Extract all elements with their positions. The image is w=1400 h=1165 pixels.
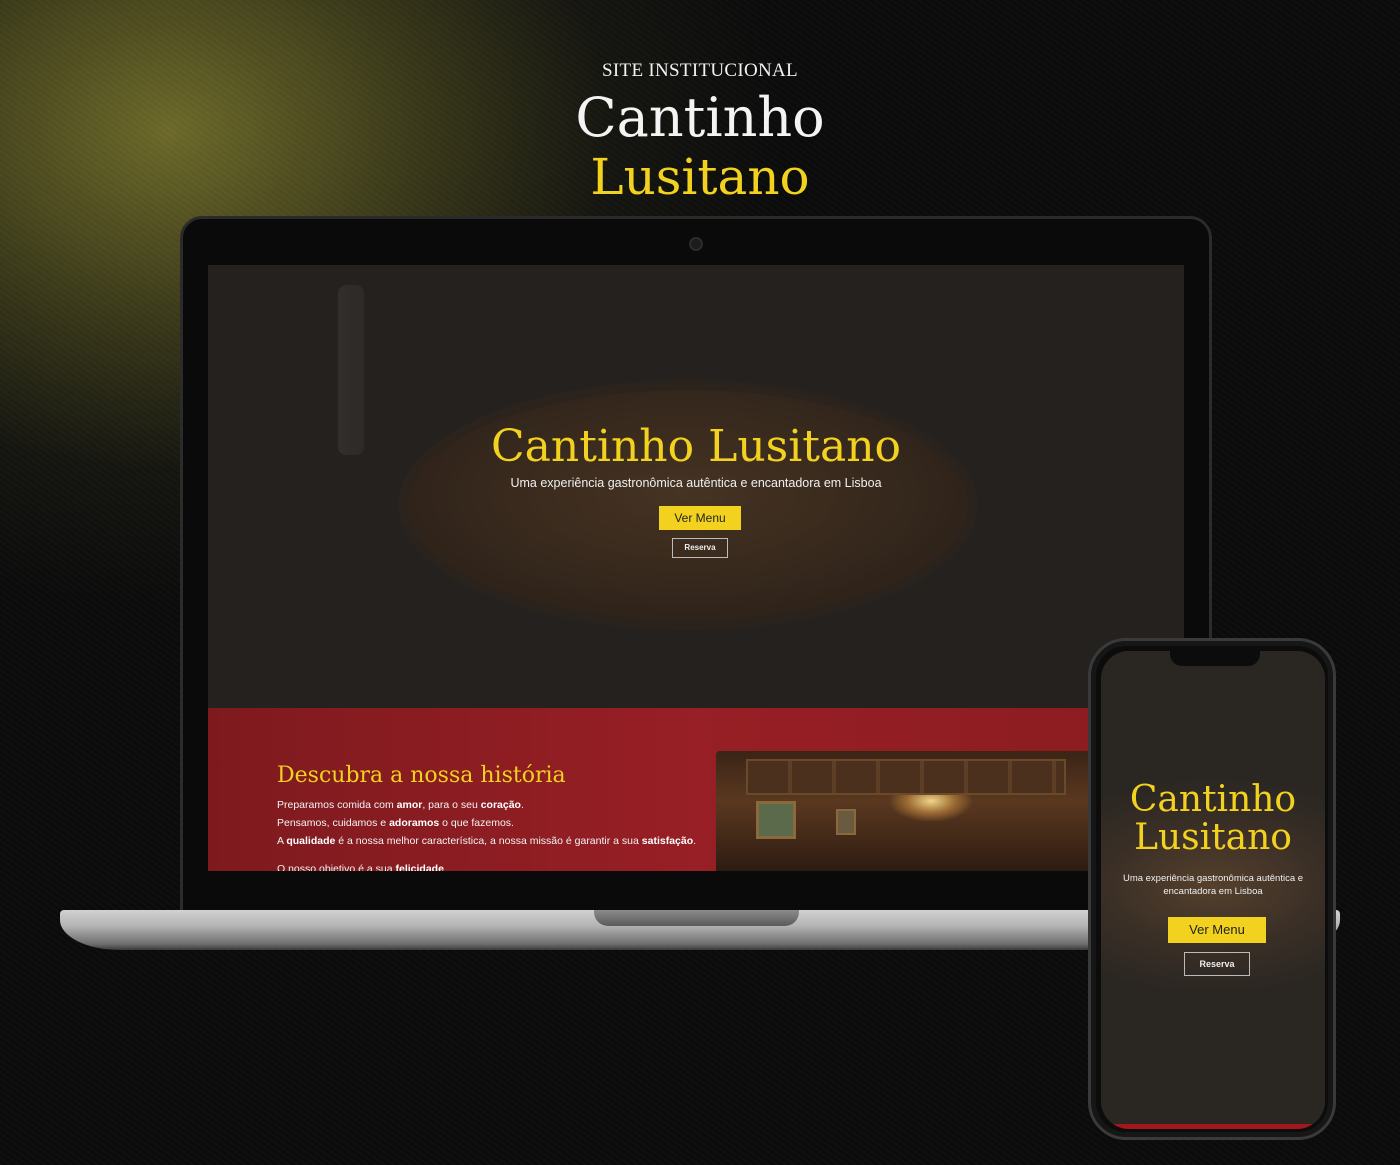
mobile-website-screen: Cantinho Lusitano Uma experiência gastron… [1101,651,1325,1129]
desktop-website-screen: Cantinho Lusitano Uma experiência gastro… [208,265,1184,871]
mobile-title-line1: Cantinho [1129,779,1297,820]
story-section: Descubra a nossa história Preparamos com… [208,708,1184,871]
story-emphasis: amor [396,799,423,811]
story-text: A [277,835,287,847]
story-text: o que fazemos. [439,817,514,829]
phone-notch [1170,648,1260,666]
story-text: é a nossa melhor característica, a nossa… [335,835,642,847]
story-text: . [693,835,697,847]
story-text: , para o seu [422,799,481,811]
story-emphasis: coração [480,799,521,811]
mobile-reserve-button[interactable]: Reserva [1184,952,1250,976]
hero-subtitle: Uma experiência gastronômica autêntica e… [510,476,882,490]
story-emphasis: adoramos [389,817,440,829]
project-kicker: SITE INSTITUCIONAL [602,60,798,81]
wall-painting [756,801,796,839]
reserve-button[interactable]: Reserva [672,538,728,558]
mobile-red-section-edge [1101,1124,1325,1129]
laptop-camera [689,237,703,251]
project-title-line1: Cantinho [575,86,825,149]
story-paragraph-1: Preparamos comida com amor, para o seu c… [277,799,697,811]
story-paragraph-3: A qualidade é a nossa melhor característ… [277,835,697,847]
story-paragraph-4: O nosso objetivo é a sua felicidade [277,863,697,871]
story-emphasis: qualidade [286,835,336,847]
story-title: Descubra a nossa história [277,763,566,788]
mobile-view-menu-button[interactable]: Ver Menu [1168,917,1266,943]
mobile-hero-subtitle: Uma experiência gastronômica autêntica e… [1122,873,1304,897]
laptop-hinge-notch [594,910,799,926]
project-title-line2: Lusitano [590,148,810,206]
view-menu-button[interactable]: Ver Menu [659,506,741,530]
restaurant-interior-photo [716,751,1096,871]
hero-section: Cantinho Lusitano Uma experiência gastro… [208,265,1184,708]
ceiling-detail [746,759,1066,795]
wall-painting [836,809,856,835]
story-text: O nosso objetivo é a sua [277,863,396,871]
mobile-hero-title: Cantinho Lusitano [1101,781,1325,857]
story-emphasis: felicidade [395,863,444,871]
story-text: Preparamos comida com [277,799,397,811]
hero-title: Cantinho Lusitano [490,421,902,472]
story-text: . [520,799,524,811]
story-paragraph-2: Pensamos, cuidamos e adoramos o que faze… [277,817,697,829]
story-emphasis: satisfação [641,835,694,847]
story-text: Pensamos, cuidamos e [277,817,390,829]
mobile-title-line2: Lusitano [1134,817,1292,858]
